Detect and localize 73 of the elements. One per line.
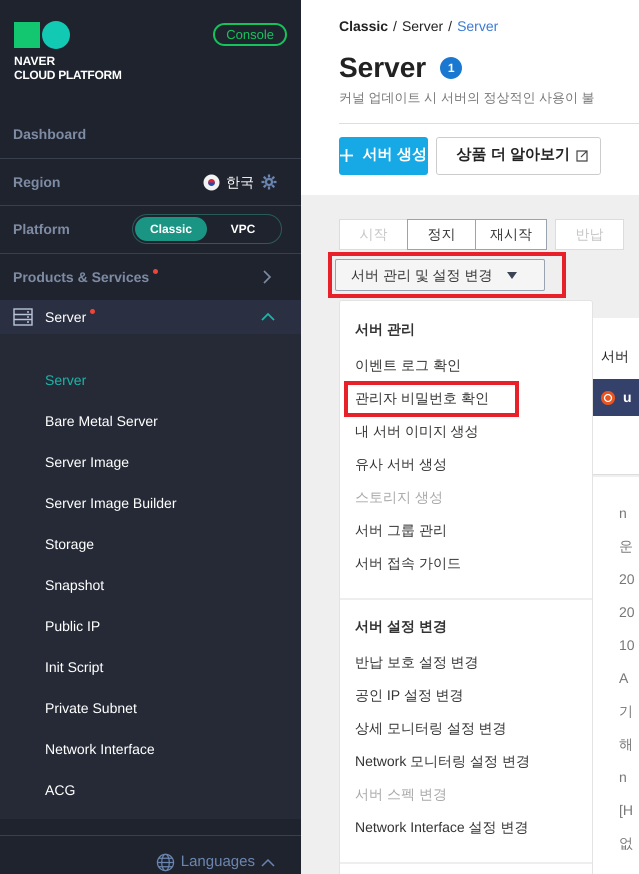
detail-value: 기 bbox=[619, 702, 634, 721]
server-name: u bbox=[623, 388, 632, 407]
platform-label: Platform bbox=[13, 220, 70, 239]
sidebar-item[interactable]: Server Image Builder bbox=[45, 493, 177, 514]
console-button[interactable]: Console bbox=[213, 23, 287, 46]
menu-item[interactable]: 반납 보호 설정 변경 bbox=[355, 654, 479, 670]
flag-icon bbox=[203, 174, 220, 191]
languages-link[interactable]: Languages bbox=[180, 851, 255, 874]
menu-item[interactable]: Network Interface 설정 변경 bbox=[355, 818, 528, 834]
server-action-button[interactable]: 정지 bbox=[407, 219, 476, 250]
detail-value: 없 bbox=[619, 834, 634, 853]
detail-value: A bbox=[619, 669, 630, 688]
count-badge: 1 bbox=[440, 57, 462, 79]
plus-icon bbox=[340, 149, 353, 162]
sidebar-item[interactable]: Storage bbox=[45, 534, 94, 556]
breadcrumb-separator: / bbox=[393, 17, 397, 36]
sidebar-item[interactable]: Server Image bbox=[45, 452, 130, 474]
sidebar-item[interactable]: Public IP bbox=[45, 616, 100, 638]
menu-item[interactable]: 관리자 비밀번호 확인 bbox=[355, 390, 489, 406]
table-heading: 서버 bbox=[600, 347, 630, 366]
sidebar-item[interactable]: Network Interface bbox=[45, 739, 155, 760]
breadcrumb-separator: / bbox=[448, 17, 452, 36]
menu-item[interactable]: 내 서버 이미지 생성 bbox=[355, 422, 479, 438]
detail-value: 10 bbox=[619, 636, 636, 655]
menu-item[interactable]: Network 모니터링 설정 변경 bbox=[355, 752, 530, 768]
manage-dropdown[interactable]: 서버 관리 및 설정 변경 bbox=[335, 259, 545, 291]
globe-icon bbox=[156, 853, 175, 872]
page-title: Server bbox=[339, 54, 426, 82]
menu-section-title: 서버 관리 bbox=[355, 320, 415, 338]
platform-option[interactable]: Classic bbox=[135, 217, 207, 242]
menu-item[interactable]: 이벤트 로그 확인 bbox=[355, 356, 461, 372]
breadcrumb-item[interactable]: Server bbox=[402, 16, 444, 37]
menu-item[interactable]: 상세 모니터링 설정 변경 bbox=[355, 720, 507, 736]
region-value[interactable]: 한국 bbox=[226, 172, 254, 193]
region-label: Region bbox=[13, 172, 60, 192]
sidebar-item[interactable]: Server bbox=[45, 370, 86, 392]
breadcrumb-item[interactable]: Classic bbox=[339, 16, 388, 37]
table-row[interactable]: u bbox=[593, 379, 639, 416]
detail-value: [H bbox=[619, 801, 634, 820]
detail-value: 운 bbox=[619, 537, 634, 556]
chevron-up-icon bbox=[261, 858, 275, 868]
ubuntu-icon bbox=[601, 390, 615, 404]
dashboard-link[interactable]: Dashboard bbox=[13, 124, 86, 146]
sidebar-item[interactable]: Private Subnet bbox=[45, 698, 137, 720]
products-link[interactable]: Products & Services bbox=[13, 266, 150, 288]
section-title[interactable]: Server bbox=[45, 306, 86, 328]
detail-value: 20 bbox=[619, 603, 636, 622]
chevron-up-icon[interactable] bbox=[260, 312, 276, 322]
menu-item[interactable]: 공인 IP 설정 변경 bbox=[355, 686, 464, 702]
sidebar-item[interactable]: Init Script bbox=[45, 657, 104, 678]
settings-icon[interactable] bbox=[260, 173, 278, 192]
logo-icon bbox=[14, 21, 70, 49]
detail-value: 20 bbox=[619, 570, 636, 589]
menu-item[interactable]: 서버 접속 가이드 bbox=[355, 554, 461, 570]
breadcrumb-item: Server bbox=[457, 17, 498, 36]
learn-more-button[interactable]: 상품 더 알아보기 bbox=[436, 136, 601, 174]
platform-option[interactable]: VPC bbox=[207, 217, 279, 242]
menu-section-title: 서버 설정 변경 bbox=[355, 616, 447, 636]
server-action-button[interactable]: 재시작 bbox=[475, 219, 547, 250]
chevron-right-icon bbox=[262, 269, 272, 286]
detail-value: n bbox=[619, 504, 628, 523]
sidebar-item[interactable]: Snapshot bbox=[45, 575, 104, 596]
sidebar-item[interactable]: ACG bbox=[45, 780, 76, 802]
brand-name: NAVER bbox=[14, 54, 56, 68]
menu-item[interactable]: 유사 서버 생성 bbox=[355, 456, 447, 472]
notice-text: 커널 업데이트 시 서버의 정상적인 사용이 불 bbox=[339, 89, 596, 107]
brand-subtitle: CLOUD PLATFORM bbox=[14, 68, 122, 82]
external-link-icon bbox=[576, 150, 588, 162]
sidebar-item[interactable]: Bare Metal Server bbox=[45, 411, 158, 432]
detail-value: n bbox=[619, 768, 628, 787]
menu-item[interactable]: 서버 그룹 관리 bbox=[355, 522, 447, 538]
detail-value: 해 bbox=[619, 735, 634, 754]
server-icon bbox=[13, 308, 33, 326]
